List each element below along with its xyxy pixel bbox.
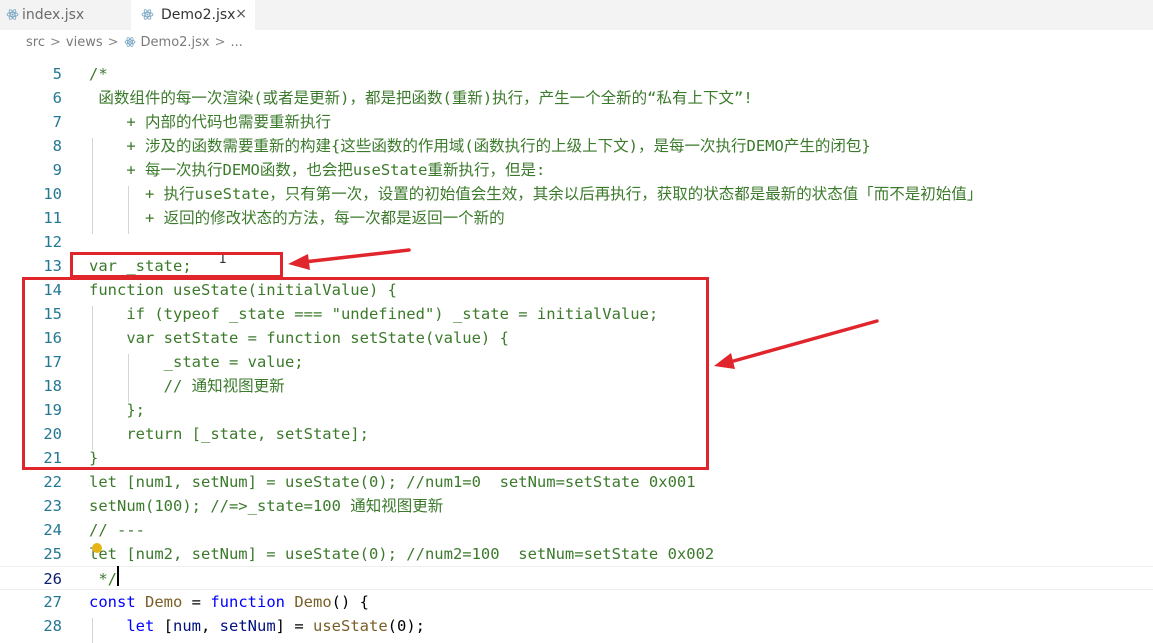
annotation-arrow	[302, 248, 411, 264]
annotation-arrow	[728, 319, 879, 364]
annotation-arrowhead	[714, 353, 735, 369]
annotation-arrowhead	[288, 254, 310, 270]
annotation-arrows	[288, 248, 879, 369]
